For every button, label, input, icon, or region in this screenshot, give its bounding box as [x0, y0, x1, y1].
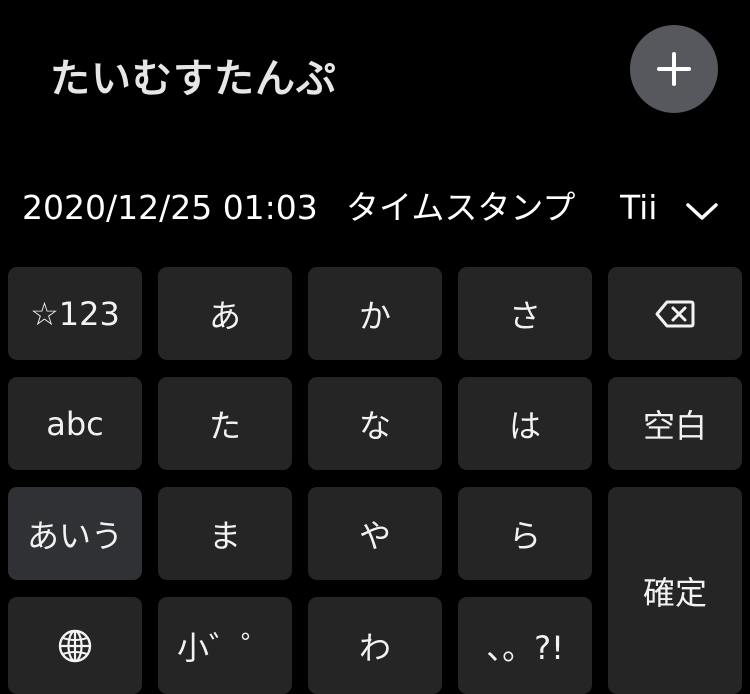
key-a-row[interactable]: あ: [158, 267, 292, 360]
add-button[interactable]: [630, 25, 718, 113]
key-ya-row[interactable]: や: [308, 487, 442, 580]
space-key[interactable]: 空白: [608, 377, 742, 470]
candidate-bar: 2020/12/25 01:03 タイムスタンプ Tii: [0, 180, 750, 240]
key-dakuten[interactable]: 小゛゜: [158, 597, 292, 694]
key-wa-row[interactable]: わ: [308, 597, 442, 694]
key-sa-row[interactable]: さ: [458, 267, 592, 360]
keyboard: ☆123 あ か さ abc た な は 空白 あいう ま や ら 確定 小゛゜…: [0, 0, 750, 694]
backspace-key[interactable]: [608, 267, 742, 360]
plus-icon: [654, 49, 694, 89]
key-abc[interactable]: abc: [8, 377, 142, 470]
key-punctuation[interactable]: 、。?!: [458, 597, 592, 694]
candidate-item[interactable]: タイムスタンプ: [346, 180, 575, 240]
expand-candidates-button[interactable]: [682, 192, 722, 232]
key-symbols[interactable]: ☆123: [8, 267, 142, 360]
key-ra-row[interactable]: ら: [458, 487, 592, 580]
candidate-item[interactable]: 2020/12/25 01:03: [22, 180, 318, 240]
key-ta-row[interactable]: た: [158, 377, 292, 470]
globe-key[interactable]: [8, 597, 142, 694]
backspace-icon: [655, 300, 695, 328]
key-na-row[interactable]: な: [308, 377, 442, 470]
candidate-item[interactable]: Tii: [620, 180, 658, 240]
key-ha-row[interactable]: は: [458, 377, 592, 470]
globe-icon: [57, 628, 93, 664]
key-kana-mode[interactable]: あいう: [8, 487, 142, 580]
key-ka-row[interactable]: か: [308, 267, 442, 360]
chevron-down-icon: [685, 201, 719, 223]
key-ma-row[interactable]: ま: [158, 487, 292, 580]
confirm-key[interactable]: 確定: [608, 487, 742, 694]
page-title: たいむすたんぷ: [50, 56, 337, 102]
